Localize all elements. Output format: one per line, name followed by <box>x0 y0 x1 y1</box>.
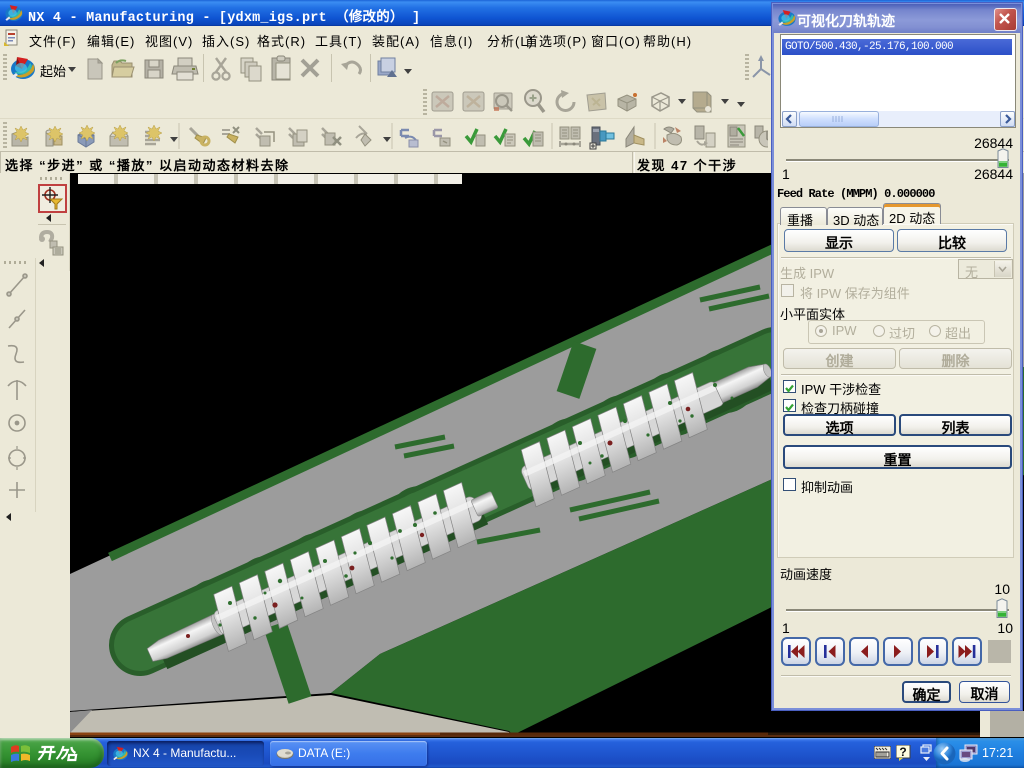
svg-text:?: ? <box>899 745 906 759</box>
